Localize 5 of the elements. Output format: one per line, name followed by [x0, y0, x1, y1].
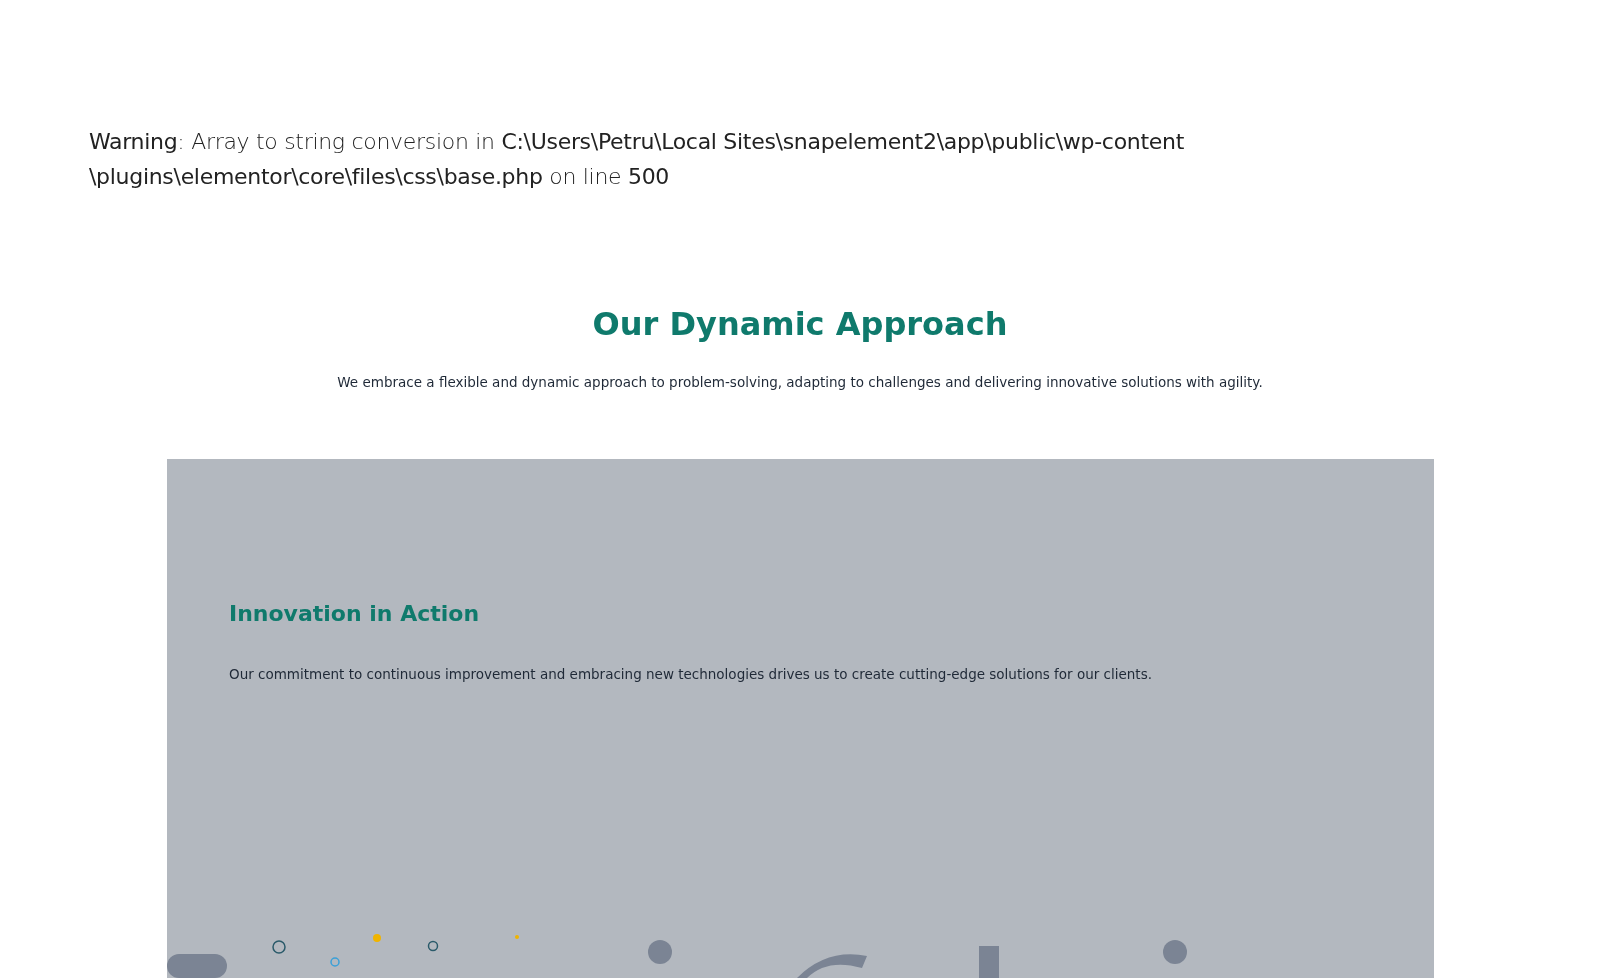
php-warning: Warning: Array to string conversion in C:\Users\Petru\Local Sites\snapelement2\app\public\wp-content\plugins\elementor\core\files\css\base.php on line 500	[89, 128, 1185, 191]
feature-title: Innovation in Action	[229, 600, 481, 629]
section-title: Our Dynamic Approach	[592, 304, 1008, 345]
feature-body: Our commitment to continuous improvement and embracing new technologies drives us to create cutting-edge solutions for our clients.	[229, 665, 1153, 685]
section-subtitle: We embrace a flexible and dynamic approach to problem-solving, adapting to challenges and delivering innovative solutions with agility.	[337, 373, 1263, 392]
